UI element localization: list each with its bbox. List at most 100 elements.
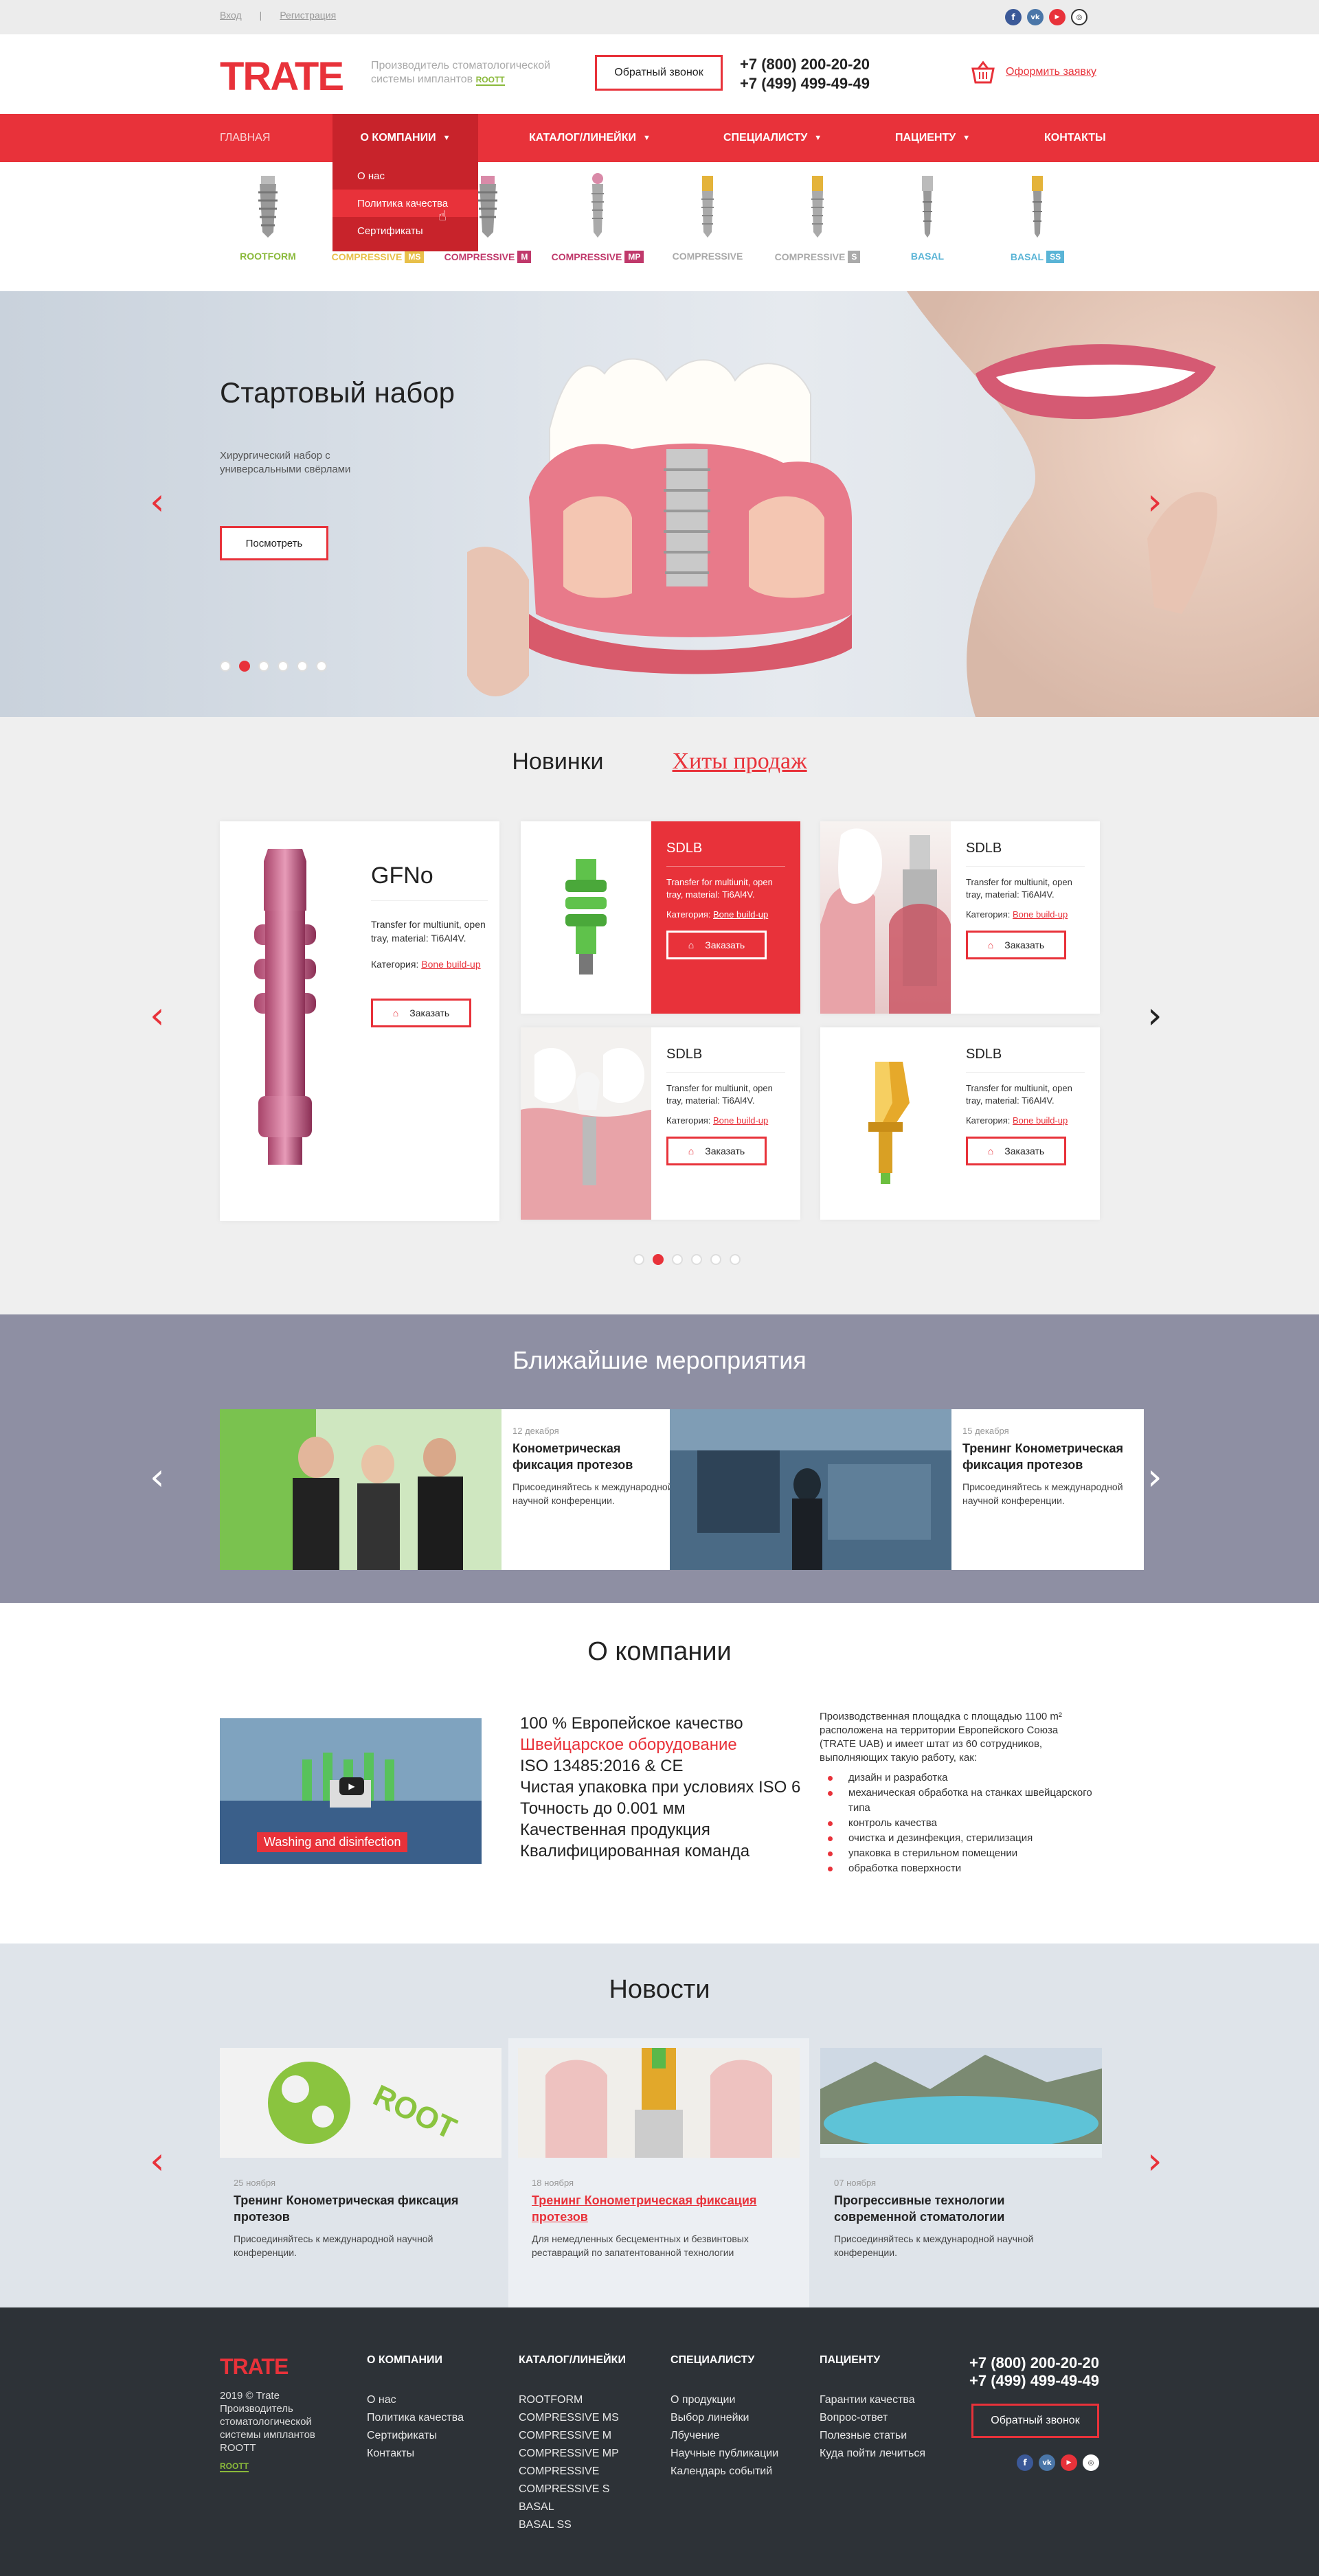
category-link[interactable]: Bone build-up <box>1013 1115 1068 1126</box>
slider-dot[interactable] <box>239 661 250 672</box>
nav-company[interactable]: О КОМПАНИИ ▼ <box>332 114 478 162</box>
phone-2[interactable]: +7 (499) 499-49-49 <box>740 74 870 93</box>
new-prev-arrow[interactable]: ‹ <box>150 997 165 1034</box>
footer-link[interactable]: Выбор линейки <box>670 2409 778 2427</box>
slider-dot[interactable] <box>316 661 327 672</box>
about-video[interactable]: ▶ Washing and disinfection <box>220 1718 482 1864</box>
footer-link[interactable]: ROOTFORM <box>519 2391 626 2409</box>
new-next-arrow[interactable]: › <box>1147 997 1162 1034</box>
footer-link[interactable]: COMPRESSIVE MS <box>519 2409 626 2427</box>
footer-link[interactable]: Лбучение <box>670 2427 778 2445</box>
product-card[interactable]: SDLB Transfer for multiunit, open tray, … <box>521 1027 800 1220</box>
slider-dot[interactable] <box>278 661 289 672</box>
footer-link[interactable]: Гарантии качества <box>820 2391 925 2409</box>
product-card[interactable]: SDLB Transfer for multiunit, open tray, … <box>820 1027 1100 1220</box>
slider-dot[interactable] <box>691 1254 702 1265</box>
footer-link[interactable]: Научные публикации <box>670 2445 778 2463</box>
category-link[interactable]: Bone build-up <box>421 959 480 970</box>
instagram-icon[interactable]: ◎ <box>1071 9 1087 25</box>
news-headline[interactable]: Тренинг Конометрическая фиксация протезо… <box>532 2192 786 2225</box>
footer-link[interactable]: BASAL SS <box>519 2516 626 2534</box>
dropdown-item-about[interactable]: О нас <box>332 162 478 190</box>
slider-dot[interactable] <box>297 661 308 672</box>
register-link[interactable]: Регистрация <box>280 10 336 21</box>
hero-prev-arrow[interactable]: ‹ <box>150 483 165 521</box>
footer-link[interactable]: COMPRESSIVE <box>519 2463 626 2481</box>
footer-link[interactable]: COMPRESSIVE MP <box>519 2445 626 2463</box>
order-button[interactable]: ⌂ Заказать <box>966 931 1066 959</box>
footer-link[interactable]: Контакты <box>367 2445 464 2463</box>
events-next-arrow[interactable]: › <box>1147 1459 1162 1496</box>
slider-dot[interactable] <box>633 1254 644 1265</box>
category-link[interactable]: Bone build-up <box>1013 909 1068 920</box>
product-card-featured[interactable]: GFNo Transfer for multiunit, open tray, … <box>220 821 499 1221</box>
events-prev-arrow[interactable]: ‹ <box>150 1459 165 1496</box>
news-next-arrow[interactable]: › <box>1147 2143 1162 2180</box>
tab-new[interactable]: Новинки <box>512 749 603 775</box>
footer-logo[interactable]: TRATE <box>220 2354 323 2380</box>
product-line[interactable]: COMPRESSIVE MP <box>550 172 646 263</box>
slider-dot[interactable] <box>653 1254 664 1265</box>
product-line[interactable]: ROOTFORM <box>220 172 316 262</box>
tab-hits[interactable]: Хиты продаж <box>673 749 807 775</box>
product-line[interactable]: BASAL <box>879 172 976 262</box>
category-link[interactable]: Bone build-up <box>713 1115 768 1126</box>
category-link[interactable]: Bone build-up <box>713 909 768 920</box>
callback-button[interactable]: Обратный звонок <box>595 55 723 91</box>
instagram-icon[interactable]: ◎ <box>1083 2454 1099 2471</box>
footer-link[interactable]: Сертификаты <box>367 2427 464 2445</box>
slider-dot[interactable] <box>672 1254 683 1265</box>
facebook-icon[interactable]: f <box>1017 2454 1033 2471</box>
slider-dot[interactable] <box>710 1254 721 1265</box>
slider-dot[interactable] <box>220 661 231 672</box>
footer-phone-1[interactable]: +7 (800) 200-20-20 <box>962 2354 1099 2372</box>
product-line[interactable]: COMPRESSIVE <box>660 172 756 262</box>
hero-next-arrow[interactable]: › <box>1147 483 1162 521</box>
youtube-icon[interactable]: ▶ <box>1061 2454 1077 2471</box>
nav-home[interactable]: ГЛАВНАЯ <box>220 114 270 162</box>
footer-link[interactable]: О нас <box>367 2391 464 2409</box>
facebook-icon[interactable]: f <box>1005 9 1022 25</box>
dropdown-item-quality[interactable]: Политика качества <box>332 190 478 217</box>
product-line[interactable]: BASAL SS <box>989 172 1085 263</box>
footer-link[interactable]: COMPRESSIVE S <box>519 2481 626 2498</box>
play-icon[interactable]: ▶ <box>339 1777 364 1795</box>
youtube-icon[interactable]: ▶ <box>1049 9 1066 25</box>
dropdown-item-certificates[interactable]: Сертификаты <box>332 217 478 244</box>
vk-icon[interactable]: vk <box>1027 9 1044 25</box>
slider-dot[interactable] <box>258 661 269 672</box>
product-card[interactable]: SDLB Transfer for multiunit, open tray, … <box>521 821 800 1014</box>
footer-link[interactable]: BASAL <box>519 2498 626 2516</box>
nav-patient[interactable]: ПАЦИЕНТУ ▼ <box>895 114 970 162</box>
event-card[interactable]: 15 декабря Тренинг Конометрическая фикса… <box>670 1409 1144 1570</box>
footer-link[interactable]: О продукции <box>670 2391 778 2409</box>
order-link[interactable]: Оформить заявку <box>970 60 1096 84</box>
news-card[interactable]: ROOT 25 ноября Тренинг Конометрическая ф… <box>220 2048 501 2266</box>
news-card-hovered[interactable]: 18 ноября Тренинг Конометрическая фиксац… <box>508 2038 809 2307</box>
logo[interactable]: TRATE <box>220 54 344 100</box>
nav-contacts[interactable]: КОНТАКТЫ <box>1044 114 1106 162</box>
footer-link[interactable]: Календарь событий <box>670 2463 778 2481</box>
login-link[interactable]: Вход <box>220 10 242 21</box>
footer-link[interactable]: Полезные статьи <box>820 2427 925 2445</box>
footer-callback-button[interactable]: Обратный звонок <box>971 2404 1099 2438</box>
footer-link[interactable]: Куда пойти лечиться <box>820 2445 925 2463</box>
news-card[interactable]: 07 ноября Прогрессивные технологии совре… <box>820 2048 1102 2266</box>
footer-link[interactable]: COMPRESSIVE M <box>519 2427 626 2445</box>
nav-specialist[interactable]: СПЕЦИАЛИСТУ ▼ <box>723 114 822 162</box>
order-button[interactable]: ⌂ Заказать <box>666 931 767 959</box>
order-button[interactable]: ⌂ Заказать <box>966 1137 1066 1165</box>
product-line[interactable]: COMPRESSIVE S <box>769 172 866 263</box>
phone-1[interactable]: +7 (800) 200-20-20 <box>740 55 870 74</box>
slider-dot[interactable] <box>730 1254 741 1265</box>
vk-icon[interactable]: vk <box>1039 2454 1055 2471</box>
order-button[interactable]: ⌂ Заказать <box>371 999 471 1027</box>
product-card[interactable]: SDLB Transfer for multiunit, open tray, … <box>820 821 1100 1014</box>
footer-link[interactable]: Политика качества <box>367 2409 464 2427</box>
footer-phone-2[interactable]: +7 (499) 499-49-49 <box>962 2372 1099 2390</box>
hero-view-button[interactable]: Посмотреть <box>220 526 328 560</box>
order-button[interactable]: ⌂ Заказать <box>666 1137 767 1165</box>
footer-link[interactable]: Вопрос-ответ <box>820 2409 925 2427</box>
news-prev-arrow[interactable]: ‹ <box>150 2143 165 2180</box>
event-card[interactable]: 12 декабря Конометрическая фиксация прот… <box>220 1409 694 1570</box>
